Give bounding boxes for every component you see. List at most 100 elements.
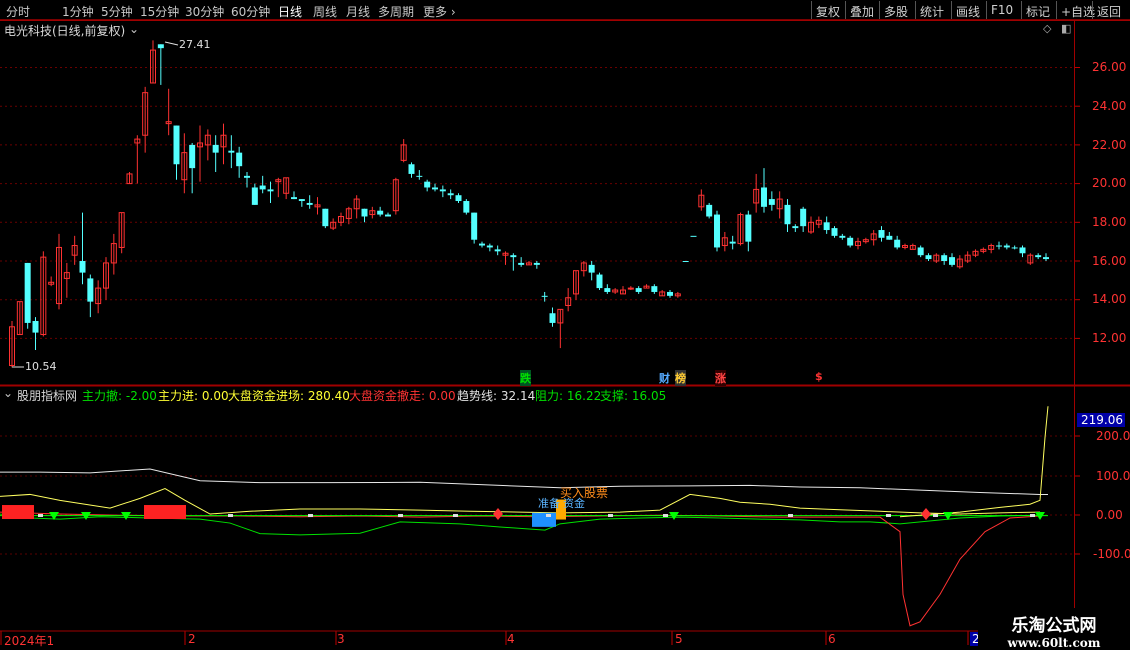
candle-body [1043,257,1049,260]
indicator-tick: 200.00 [1096,429,1130,443]
candle-body [745,214,752,242]
indicator-value: 主力进: 0.00 [158,389,229,403]
event-marker-up[interactable]: 涨 [715,370,726,386]
candlestick-series [9,40,1049,368]
indicator-value: 支撑: 16.05 [600,389,667,403]
candle-body [541,295,548,297]
indicator-series [0,406,1049,627]
event-marker-down[interactable]: 跌 [520,370,531,386]
indicator-value: 大盘资金进场: 280.40 [228,389,350,403]
candle-body [244,175,250,178]
candle-body [761,187,767,207]
signal-bar [144,505,186,520]
price-tick: 18.00 [1092,215,1127,229]
indicator-value: 大盘资金撤走: 0.00 [349,389,456,403]
candle-body [784,204,791,225]
candle-body [949,257,955,265]
diamond-icon[interactable]: ◇ [1043,22,1051,35]
prepare-label: 准备 [538,497,560,510]
candle-body [667,291,673,296]
up-diamond-icon [493,508,503,520]
price-tick: 22.00 [1092,138,1127,152]
candle-body [322,208,329,227]
event-marker-list[interactable]: 榜 [675,370,686,386]
indicator-tick: 0.00 [1096,508,1123,522]
collapse-icon[interactable]: ⌄ [3,386,13,400]
date-tick: 5 [675,632,683,646]
candle-body [408,164,415,174]
high-price-label: 27.41 [179,38,211,51]
candle-body [917,247,924,256]
candle-body [533,262,540,265]
signal-bar [532,512,556,527]
candle-body [291,197,297,200]
panel-toggle-icon[interactable]: ◧ [1061,22,1071,35]
dot-marker [38,514,43,517]
date-tick: 4 [507,632,515,646]
fund-entry-line [899,406,1049,518]
dot-marker [886,514,891,517]
candle-body [604,288,611,292]
current-value-badge: 219.06 [1077,413,1125,427]
indicator-value: 趋势线: 32.14 [457,389,536,403]
signal-bar [2,505,34,520]
candle-body [79,261,86,273]
candle-body [494,249,501,252]
candle-body [768,199,775,205]
candle-body [189,144,196,169]
candle-body [886,235,893,240]
candle-body [479,243,485,246]
candle-body [471,212,478,240]
candle-body [682,261,689,262]
candle-body [549,313,556,323]
candle-body [1003,245,1010,248]
candle-body [87,278,94,302]
candle-body [32,320,39,333]
dot-marker [308,514,313,517]
candle-body [157,44,164,49]
dot-marker [1030,514,1035,517]
price-tick: 16.00 [1092,254,1127,268]
candle-body [1019,247,1026,254]
event-marker-finance[interactable]: 财 [659,370,670,386]
candle-body [447,193,454,196]
candle-body [635,288,642,292]
candle-body [823,222,830,231]
watermark-title: 乐淘公式网 [1011,616,1097,636]
candle-body [439,189,446,192]
candle-body [925,255,932,260]
indicator-value: 主力撤: -2.00 [82,389,157,403]
stock-title: 电光科技(日线,前复权) [4,24,126,38]
indicator-tick: -100.00 [1093,547,1130,561]
candle-body [518,262,525,265]
price-tick: 26.00 [1092,60,1127,74]
fund-label: 资金 [563,497,585,510]
candle-body [847,237,854,246]
up-diamond-icon [921,508,931,520]
indicator-tick: 100.00 [1096,469,1130,483]
candle-body [236,152,243,167]
price-tick: 14.00 [1092,292,1127,306]
high-marker [164,41,179,46]
date-tick: 6 [828,632,836,646]
date-tick: 2 [188,632,196,646]
candle-body [259,185,266,190]
candle-body [878,230,885,238]
candle-body [24,262,31,323]
candle-body [486,245,493,248]
candle-body [306,202,313,205]
candle-body [455,195,462,202]
candle-body [588,264,595,273]
dot-marker [788,514,793,517]
candle-body [1011,247,1018,249]
indicator-name[interactable]: 股朋指标网 [17,387,77,404]
candle-body [627,287,634,290]
chevron-down-icon[interactable]: ⌄ [129,22,139,36]
candle-body [714,214,720,248]
candle-body [251,187,258,205]
candle-body [894,239,901,248]
event-marker-dollar[interactable]: $ [815,370,823,383]
candle-body [424,181,431,188]
candle-body [463,201,470,213]
candle-body [228,150,235,153]
